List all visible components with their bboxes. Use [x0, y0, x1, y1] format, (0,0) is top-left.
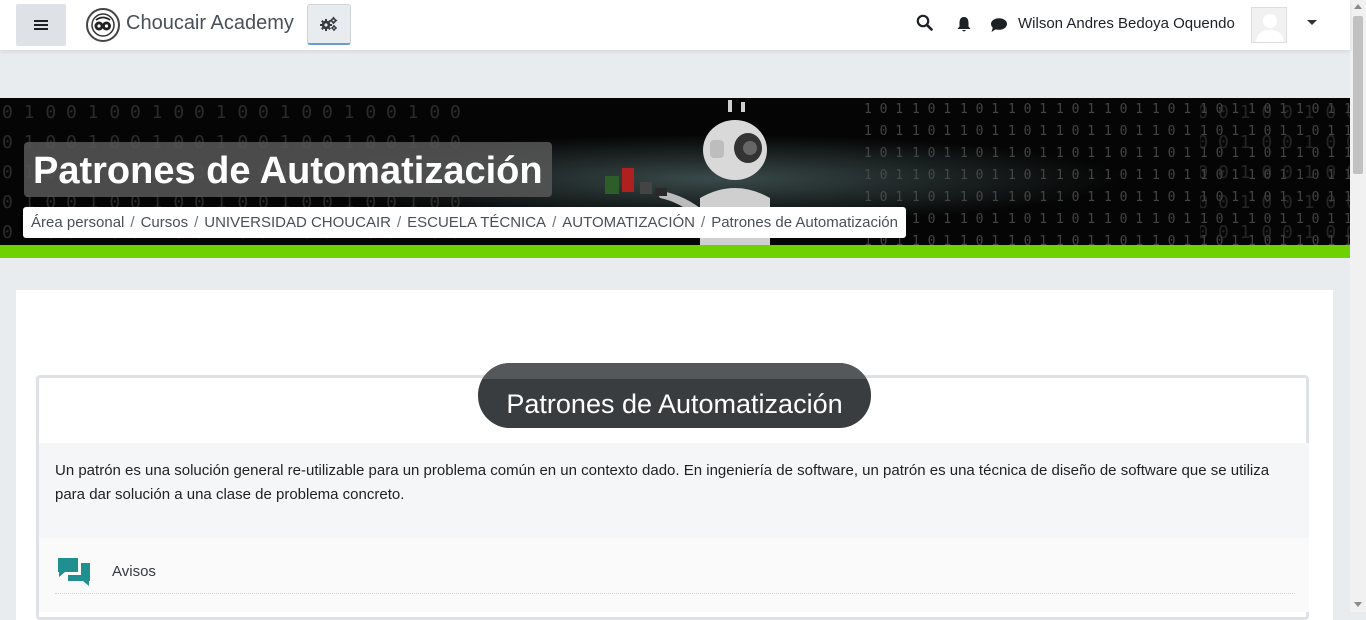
section-title-text: Patrones de Automatización — [506, 389, 843, 419]
site-logo[interactable] — [86, 8, 120, 42]
activity-list — [39, 538, 1309, 612]
user-name[interactable]: Wilson Andres Bedoya Oquendo — [1018, 15, 1235, 32]
section-title: Patrones de Automatización — [478, 363, 871, 428]
section-summary: Un patrón es una solución general re-uti… — [55, 462, 1270, 503]
breadcrumb-item-area-personal[interactable]: Área personal — [31, 214, 124, 231]
header-accent-bar — [0, 245, 1350, 258]
hamburger-menu-icon — [34, 19, 48, 31]
breadcrumb: Área personal / Cursos / UNIVERSIDAD CHOUCAI… — [23, 207, 906, 238]
default-user-icon — [1256, 14, 1284, 42]
page-title: Patrones de Automatización — [24, 142, 552, 197]
chat-bubble-icon[interactable] — [990, 17, 1008, 38]
search-icon[interactable] — [916, 14, 933, 36]
breadcrumb-separator: / — [701, 214, 706, 231]
activity-divider — [55, 593, 1295, 594]
breadcrumb-item-cursos[interactable]: Cursos — [141, 214, 189, 231]
section-title-highlight — [478, 363, 871, 379]
scroll-down-arrow-icon[interactable] — [1354, 602, 1362, 607]
page-scrollbar[interactable] — [1350, 0, 1366, 612]
activity-link-avisos[interactable]: Avisos — [112, 563, 156, 580]
breadcrumb-separator: / — [194, 214, 199, 231]
settings-button[interactable] — [307, 4, 351, 45]
bell-icon[interactable] — [956, 16, 972, 38]
breadcrumb-item-automatizacion[interactable]: AUTOMATIZACIÓN — [562, 214, 695, 231]
avatar[interactable] — [1251, 7, 1287, 43]
breadcrumb-separator: / — [552, 214, 557, 231]
forum-icon[interactable] — [56, 556, 92, 595]
caret-down-icon[interactable] — [1307, 20, 1317, 25]
breadcrumb-separator: / — [396, 214, 402, 231]
top-navbar: Choucair Academy Wilson Andres Bedoya Oq… — [0, 0, 1350, 50]
scroll-up-arrow-icon[interactable] — [1354, 4, 1362, 9]
logo-icon — [91, 13, 115, 37]
breadcrumb-item-escuela[interactable]: ESCUELA TÉCNICA — [407, 214, 546, 231]
breadcrumb-separator: / — [130, 214, 135, 231]
drawer-toggle-button[interactable] — [16, 4, 66, 46]
gears-icon — [320, 16, 338, 31]
breadcrumb-item-current[interactable]: Patrones de Automatización — [711, 214, 898, 231]
scrollbar-thumb[interactable] — [1353, 16, 1363, 174]
site-name[interactable]: Choucair Academy — [126, 12, 294, 35]
breadcrumb-item-universidad[interactable]: UNIVERSIDAD CHOUCAIR — [204, 214, 391, 231]
